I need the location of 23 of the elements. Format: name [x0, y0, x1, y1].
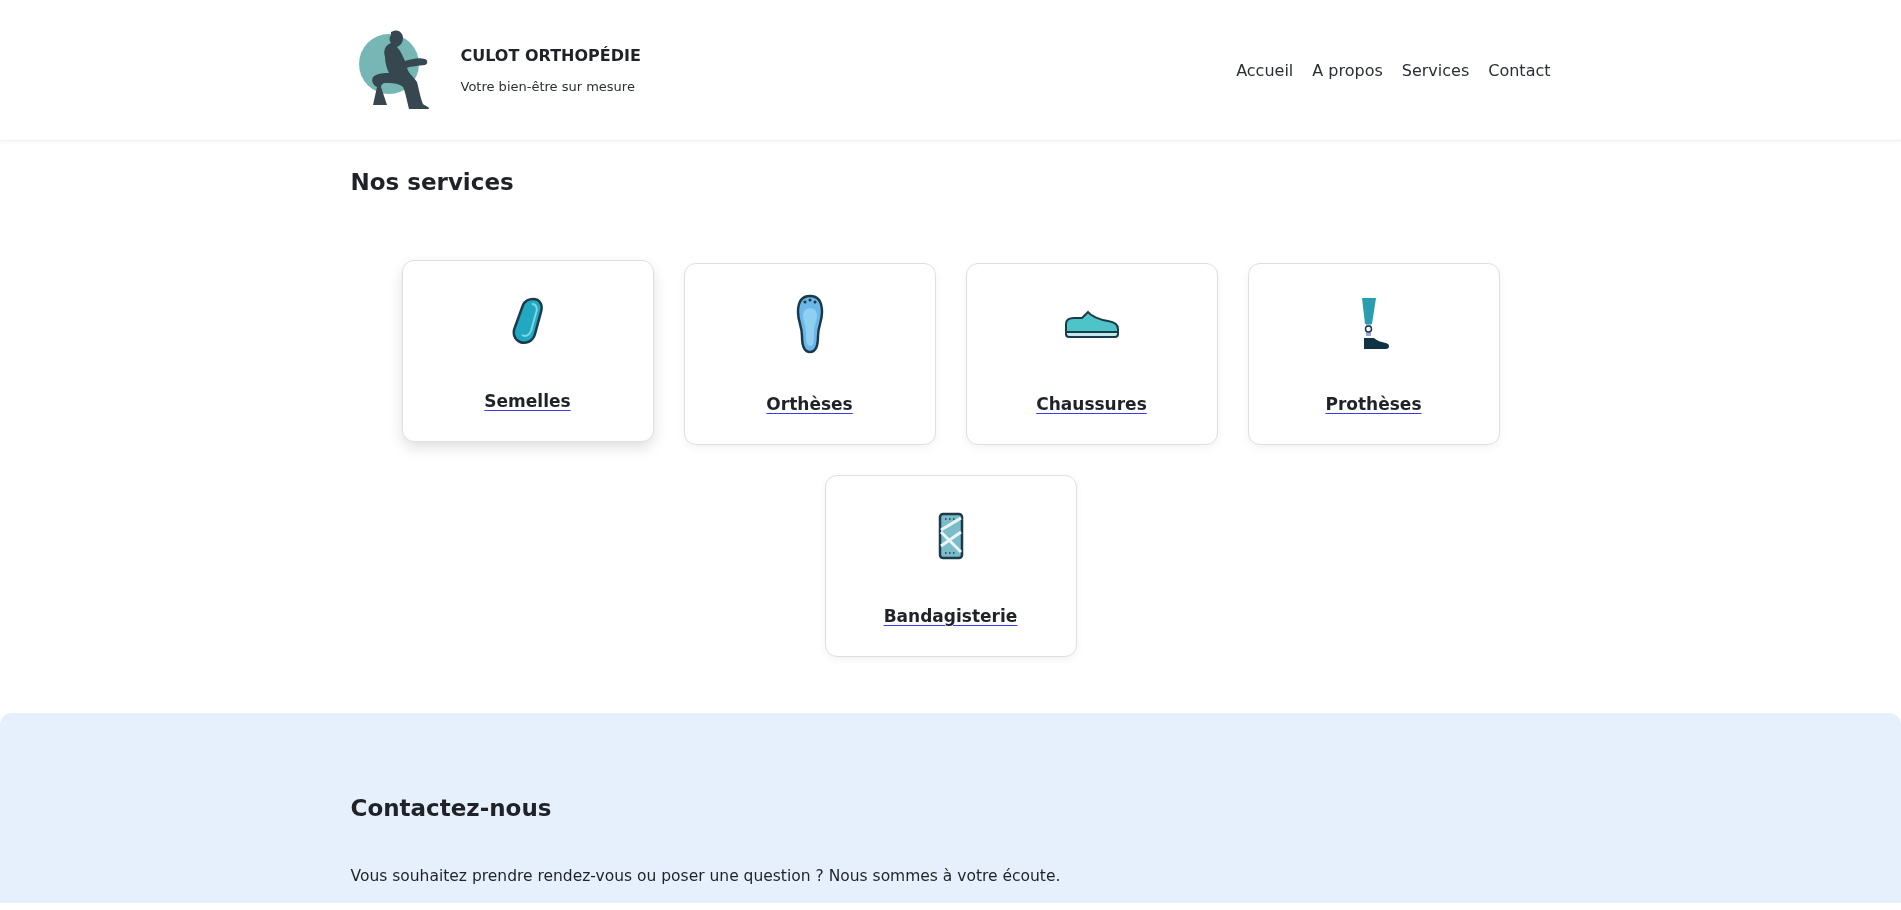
section-title: Nos services: [350, 169, 515, 195]
sneaker-icon: [1063, 310, 1120, 338]
service-link[interactable]: Chaussures: [1036, 394, 1147, 414]
service-link[interactable]: Prothèses: [1325, 394, 1422, 414]
service-link[interactable]: Orthèses: [766, 394, 853, 414]
nav-link[interactable]: Services: [1401, 60, 1470, 80]
nav-link[interactable]: Contact: [1488, 60, 1551, 80]
insole-icon: [794, 294, 825, 354]
bandage-icon: [937, 512, 964, 560]
service-link[interactable]: Bandagisterie: [883, 606, 1018, 626]
service-card[interactable]: Bandagisterie: [824, 475, 1077, 657]
insole-icon: [510, 297, 545, 345]
nav-link[interactable]: A propos: [1312, 60, 1383, 80]
service-card[interactable]: Prothèses: [1247, 263, 1500, 445]
nav-link[interactable]: Accueil: [1236, 60, 1294, 80]
service-card[interactable]: Orthèses: [683, 263, 936, 445]
service-link[interactable]: Semelles: [484, 391, 571, 411]
brand-name: CULOT ORTHOPÉDIE: [460, 46, 641, 65]
section-title: Contactez-nous: [350, 795, 553, 821]
service-card[interactable]: Semelles: [401, 260, 654, 442]
tagline: Votre bien-être sur mesure: [460, 79, 636, 94]
service-card[interactable]: Chaussures: [965, 263, 1218, 445]
contact-text: Vous souhaitez prendre rendez-vous ou poser une question ? Nous sommes à votre écoute.: [350, 867, 1062, 885]
